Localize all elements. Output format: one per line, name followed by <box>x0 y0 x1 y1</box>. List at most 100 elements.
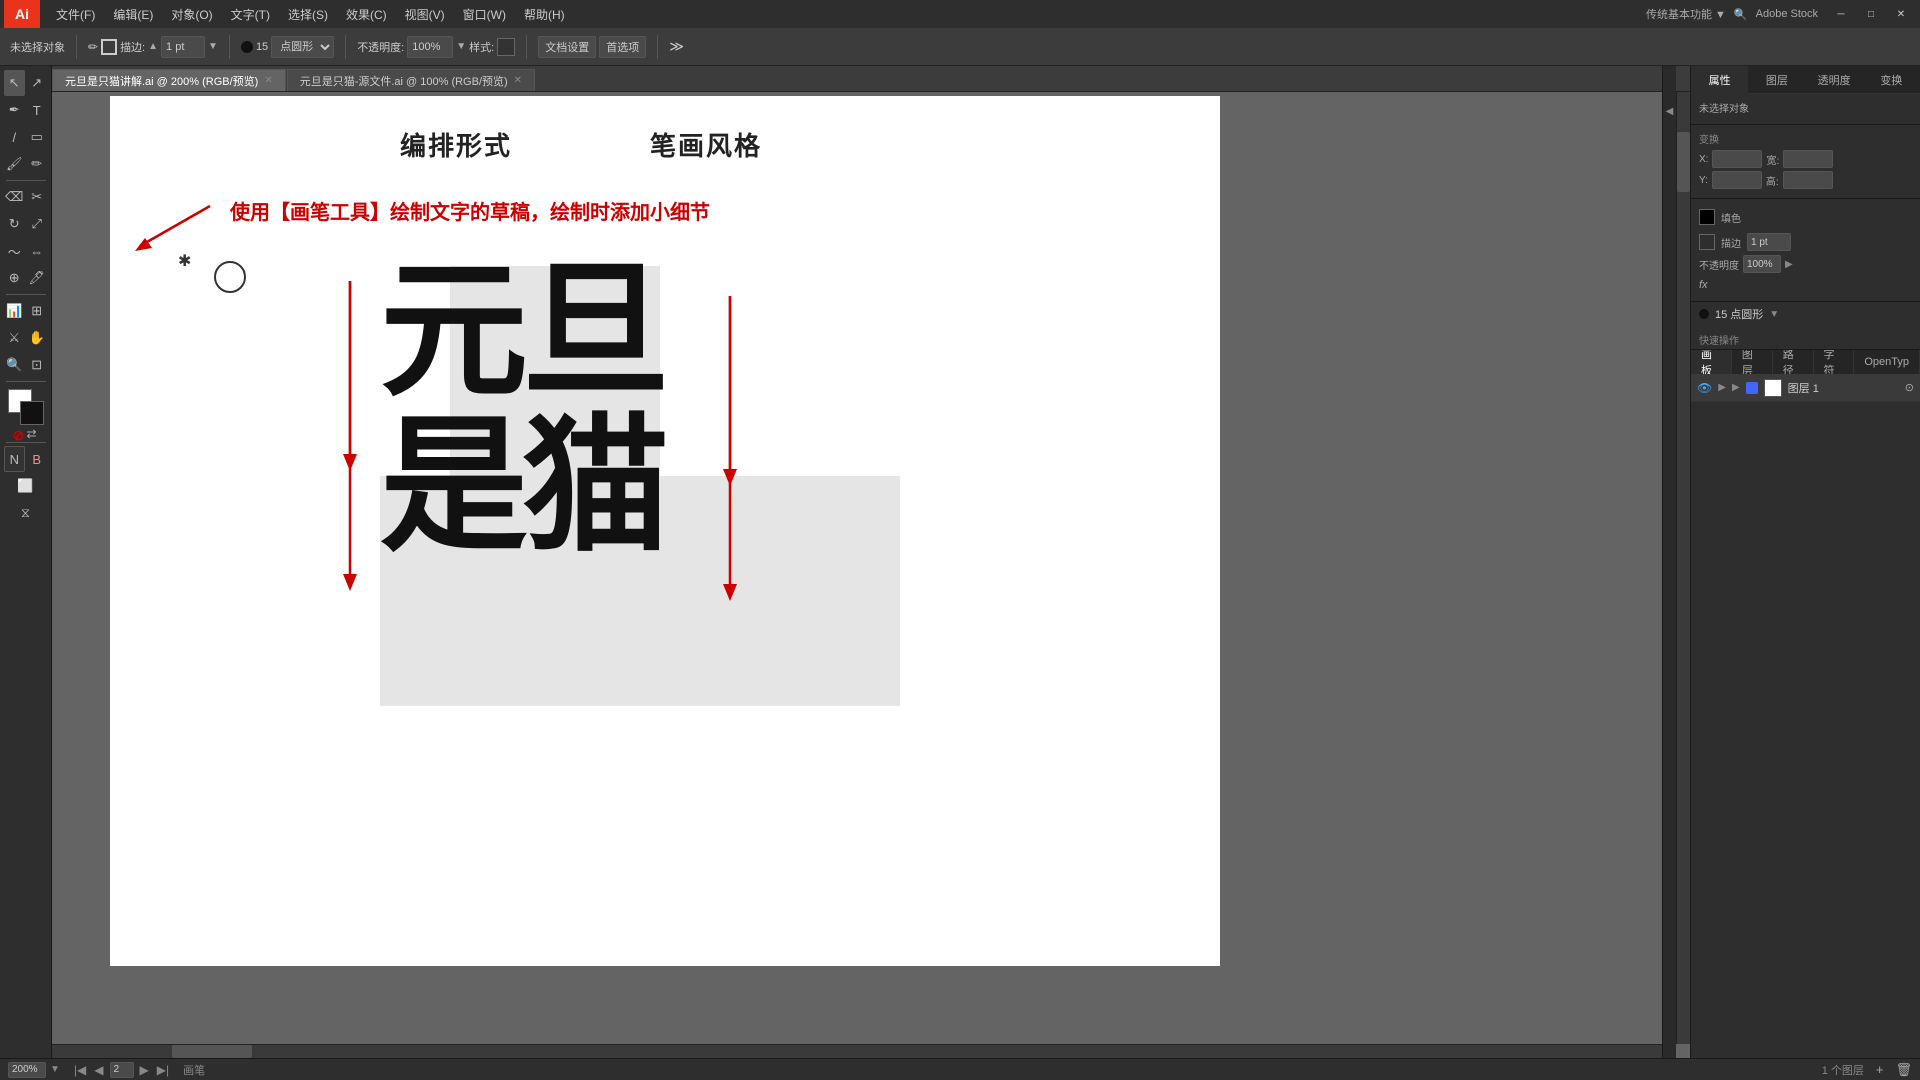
rect-tool-button[interactable]: ▭ <box>26 124 48 150</box>
rp-tab-properties[interactable]: 属性 <box>1691 66 1748 94</box>
stroke-size-arrow-dn[interactable]: ▼ <box>208 41 218 52</box>
nav-end-button[interactable]: ▶| <box>155 1063 171 1077</box>
rp-w-input[interactable] <box>1783 150 1833 168</box>
status-add-layer-icon[interactable]: + <box>1876 1062 1884 1077</box>
scissors-tool-button[interactable]: ✂ <box>26 184 48 210</box>
none-button[interactable]: ⊘ <box>13 427 25 439</box>
full-screen-button[interactable]: ⬜ <box>4 473 48 499</box>
rp-x-input[interactable] <box>1712 150 1762 168</box>
br-tab-layers[interactable]: 图层 <box>1732 350 1773 374</box>
doc-tab-1[interactable]: 元旦是只猫讲解.ai @ 200% (RGB/预览) ✕ <box>52 69 286 91</box>
perspective-button[interactable]: ⧖ <box>4 500 48 526</box>
rp-y-input[interactable] <box>1712 171 1762 189</box>
menu-help[interactable]: 帮助(H) <box>516 2 573 27</box>
color-swatch-main[interactable] <box>8 389 44 425</box>
layer-color-indicator <box>1746 382 1758 394</box>
zoom-dropdown-icon[interactable]: ▼ <box>50 1064 60 1075</box>
nav-start-button[interactable]: |◀ <box>72 1063 88 1077</box>
warp-tool-button[interactable]: 〜 <box>4 238 26 264</box>
rp-tab-transform[interactable]: 变换 <box>1863 66 1920 94</box>
br-tab-path[interactable]: 路径 <box>1773 350 1814 374</box>
layer-name-text[interactable]: 图层 1 <box>1788 380 1899 396</box>
stroke-width-input[interactable] <box>161 36 205 58</box>
mesh-tool-button[interactable]: ⊞ <box>26 298 48 324</box>
layer-visibility-icon[interactable]: 👁 <box>1697 381 1712 395</box>
rotate-tool-button[interactable]: ↻ <box>4 211 26 237</box>
width-tool-button[interactable]: ⇔ <box>26 238 48 264</box>
search-icon[interactable]: 🔍 <box>1734 8 1748 21</box>
pencil-tool-button[interactable]: ✏ <box>26 151 48 177</box>
brush-type-select[interactable]: 点圆形 <box>271 36 334 58</box>
rp-opacity-input[interactable] <box>1743 255 1781 273</box>
rp-tab-layers[interactable]: 图层 <box>1748 66 1805 94</box>
maximize-button[interactable]: □ <box>1856 0 1886 28</box>
horizontal-scrollbar[interactable] <box>52 1044 1676 1058</box>
vertical-scroll-thumb[interactable] <box>1677 132 1690 192</box>
pen-tool-button[interactable]: ✒ <box>4 97 26 123</box>
eyedrop-tool-button[interactable]: 🖊 <box>26 265 48 291</box>
horizontal-scroll-thumb[interactable] <box>172 1045 252 1058</box>
rp-opacity-expand[interactable]: ▶ <box>1785 259 1793 270</box>
zoom-tool-button[interactable]: 🔍 <box>4 352 26 378</box>
menu-view[interactable]: 视图(V) <box>397 2 453 27</box>
doc-tab-2[interactable]: 元旦是只猫-源文件.ai @ 100% (RGB/预览) ✕ <box>287 69 535 91</box>
close-button[interactable]: ✕ <box>1886 0 1916 28</box>
vertical-scrollbar[interactable] <box>1676 92 1690 1044</box>
menu-window[interactable]: 窗口(W) <box>455 2 514 27</box>
normal-mode-button[interactable]: N <box>4 446 26 472</box>
collapse-icon-1[interactable]: ◀ <box>1666 106 1674 117</box>
opacity-dropdown-icon[interactable]: ▼ <box>456 41 466 52</box>
stroke-size-arrow-up[interactable]: ▲ <box>148 41 158 52</box>
canvas-title-1: 编排形式 <box>400 126 512 163</box>
opacity-input[interactable] <box>407 36 453 58</box>
graph-tool-button[interactable]: 📊 <box>4 298 26 324</box>
direct-select-tool-button[interactable]: ↗ <box>26 70 48 96</box>
stroke-color-box[interactable] <box>1699 234 1715 250</box>
blend-tool-button[interactable]: ⊕ <box>4 265 26 291</box>
knife-tool-button[interactable]: ⚔ <box>4 325 26 351</box>
left-toolbox: ↖ ↗ ✒ T / ▭ 🖌 ✏ ⌫ ✂ ↻ ⤢ 〜 ⇔ ⊕ 🖊 <box>0 66 52 1058</box>
fill-color-box[interactable] <box>1699 209 1715 225</box>
hand-tool-button[interactable]: ✋ <box>26 325 48 351</box>
toolbar-extra-group: ≫ <box>665 38 688 55</box>
text-tool-button[interactable]: T <box>26 97 48 123</box>
doc-tab-2-close[interactable]: ✕ <box>514 75 522 86</box>
select-tool-button[interactable]: ↖ <box>4 70 26 96</box>
first-choice-button[interactable]: 首选项 <box>599 36 646 58</box>
layer-expand-icon2[interactable]: ▶ <box>1732 382 1740 393</box>
status-delete-layer-icon[interactable]: 🗑 <box>1895 1062 1912 1078</box>
menu-edit[interactable]: 编辑(E) <box>105 2 161 27</box>
draw-behind-button[interactable]: B <box>26 446 47 472</box>
layer-expand-icon[interactable]: ▶ <box>1718 382 1726 393</box>
layer-options-icon[interactable]: ⊙ <box>1905 381 1914 394</box>
rp-stroke-width-input[interactable] <box>1747 233 1791 251</box>
stroke-swatch[interactable] <box>20 401 44 425</box>
doc-tab-1-close[interactable]: ✕ <box>264 75 272 86</box>
nav-prev-button[interactable]: ◀ <box>92 1063 105 1077</box>
menu-text[interactable]: 文字(T) <box>223 2 278 27</box>
brush-dropdown-icon[interactable]: ▼ <box>1769 309 1779 320</box>
crop-tool-button[interactable]: ⊡ <box>26 352 48 378</box>
status-zoom-input[interactable] <box>8 1062 46 1078</box>
menu-file[interactable]: 文件(F) <box>48 2 103 27</box>
paint-tool-button[interactable]: 🖌 <box>4 151 26 177</box>
scale-tool-button[interactable]: ⤢ <box>26 211 48 237</box>
menu-select[interactable]: 选择(S) <box>280 2 336 27</box>
swap-colors-button[interactable]: ⇄ <box>27 427 39 439</box>
toolbar-opacity-group: 不透明度: ▼ 样式: <box>353 36 519 58</box>
doc-settings-button[interactable]: 文档设置 <box>538 36 596 58</box>
rp-h-input[interactable] <box>1783 171 1833 189</box>
br-tab-opentype[interactable]: OpenTyp <box>1854 350 1920 374</box>
page-number-input[interactable] <box>110 1062 134 1078</box>
br-tab-board[interactable]: 画板 <box>1691 350 1732 374</box>
minimize-button[interactable]: ─ <box>1826 0 1856 28</box>
line-tool-button[interactable]: / <box>4 124 26 150</box>
menu-object[interactable]: 对象(O) <box>163 2 220 27</box>
nav-next-button[interactable]: ▶ <box>138 1063 151 1077</box>
menu-effects[interactable]: 效果(C) <box>338 2 395 27</box>
rp-tab-transparency[interactable]: 透明度 <box>1806 66 1863 94</box>
tool-pair-blend: ⊕ 🖊 <box>4 265 48 291</box>
br-tab-char[interactable]: 字符 <box>1814 350 1855 374</box>
eraser-tool-button[interactable]: ⌫ <box>4 184 26 210</box>
extra-icon[interactable]: ≫ <box>669 38 684 55</box>
